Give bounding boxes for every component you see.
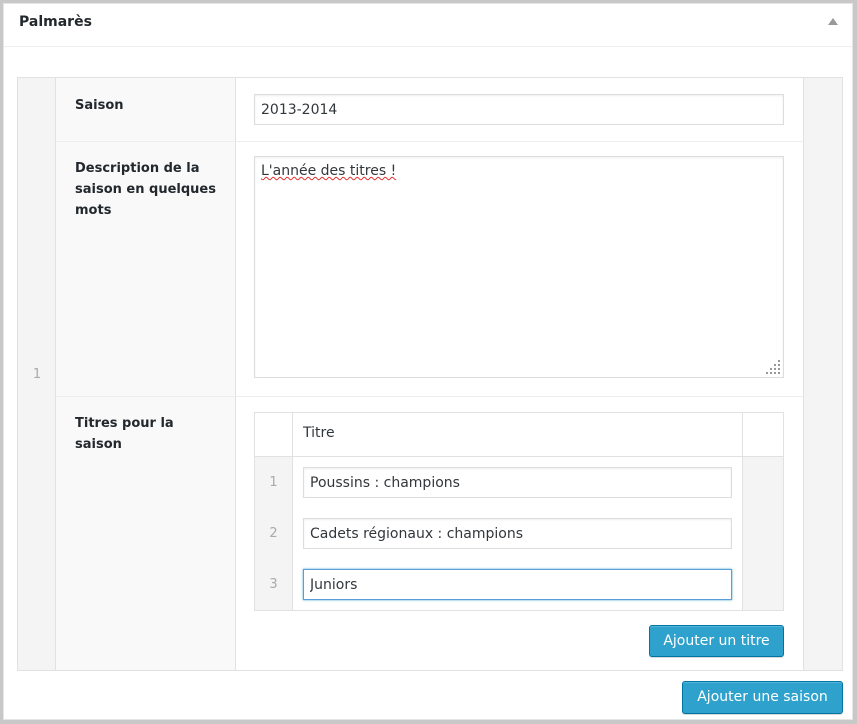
add-title-button[interactable]: Ajouter un titre xyxy=(649,625,784,657)
title-row-end[interactable] xyxy=(742,457,783,508)
titles-table: Titre 1 2 xyxy=(254,412,784,611)
title-row-end[interactable] xyxy=(742,559,783,610)
title-row-number[interactable]: 3 xyxy=(255,559,293,610)
title-row-body xyxy=(293,508,742,559)
title-row-body xyxy=(293,559,742,610)
season-label: Saison xyxy=(75,98,124,113)
title-row: 2 xyxy=(255,508,783,559)
title-input[interactable] xyxy=(303,467,732,498)
season-input[interactable] xyxy=(254,94,784,125)
collapse-arrow-icon[interactable] xyxy=(828,18,838,25)
title-row-end[interactable] xyxy=(742,508,783,559)
title-row-number[interactable]: 1 xyxy=(255,457,293,508)
title-input-focused[interactable] xyxy=(303,569,732,600)
seasons-repeater: 1 Saison Description de la saison en que… xyxy=(17,77,843,671)
description-textarea[interactable]: L'année des titres ! xyxy=(254,156,784,378)
title-row-body xyxy=(293,457,742,508)
divider xyxy=(56,141,803,142)
description-text: L'année des titres ! xyxy=(261,163,397,179)
add-season-button[interactable]: Ajouter une saison xyxy=(682,681,843,714)
title-input[interactable] xyxy=(303,518,732,549)
palmares-panel: Palmarès 1 Saison Description de la sais… xyxy=(3,3,853,720)
panel-title: Palmarès xyxy=(19,14,92,30)
title-row-number[interactable]: 2 xyxy=(255,508,293,559)
divider xyxy=(56,396,803,397)
season-row: Saison Description de la saison en quelq… xyxy=(56,78,803,670)
description-label: Description de la saison en quelques mot… xyxy=(75,161,216,218)
row-number: 1 xyxy=(32,367,42,382)
panel-header[interactable]: Palmarès xyxy=(4,4,852,47)
resize-grip-icon[interactable] xyxy=(766,360,780,374)
title-column-header: Titre xyxy=(303,425,335,441)
titles-table-header: Titre xyxy=(255,413,783,457)
titles-label: Titres pour la saison xyxy=(75,416,174,452)
title-row: 3 xyxy=(255,559,783,610)
row-actions-column[interactable] xyxy=(803,78,842,670)
header-end-cell xyxy=(742,413,783,456)
row-drag-handle[interactable]: 1 xyxy=(18,78,56,670)
header-number-cell xyxy=(255,413,293,456)
title-row: 1 xyxy=(255,457,783,508)
